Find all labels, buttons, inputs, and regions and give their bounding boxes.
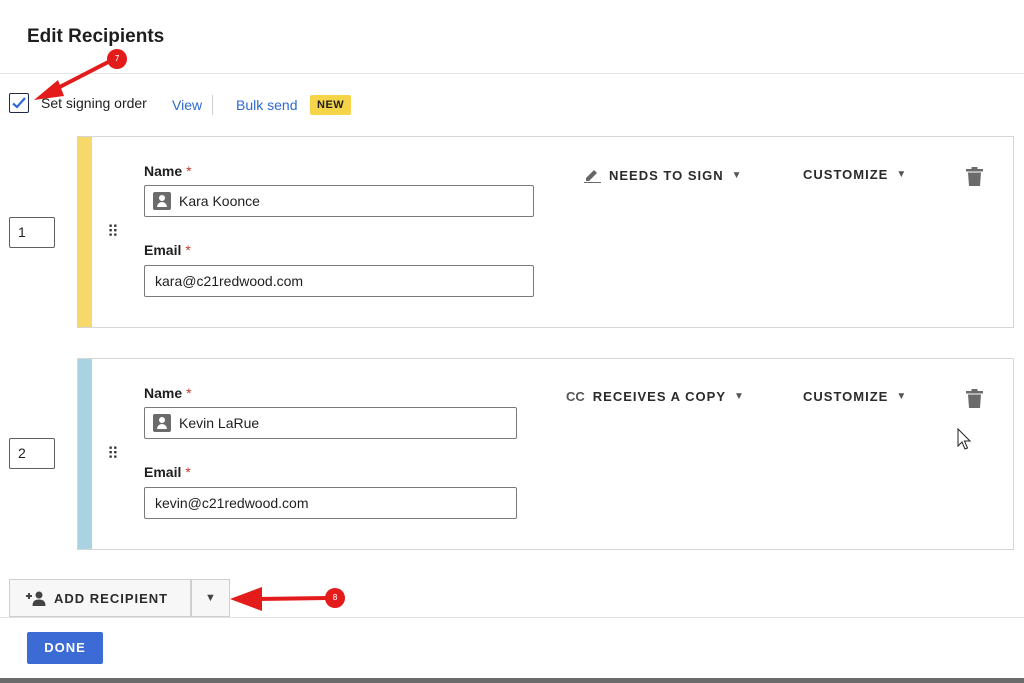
background-document-edge (0, 678, 1024, 683)
chevron-down-icon: ▼ (896, 169, 908, 180)
name-label: Name * (144, 163, 192, 179)
divider (212, 95, 213, 115)
customize-dropdown[interactable]: CUSTOMIZE ▼ (803, 167, 907, 182)
dialog-header: Edit Recipients (0, 0, 1024, 74)
chevron-down-icon: ▼ (731, 169, 743, 181)
email-field[interactable]: kevin@c21redwood.com (144, 487, 517, 519)
done-button[interactable]: DONE (27, 632, 103, 664)
recipient-color-stripe (78, 359, 92, 549)
checkmark-icon (12, 97, 26, 109)
chevron-down-icon: ▼ (734, 391, 745, 402)
add-person-icon (26, 590, 46, 606)
name-label: Name * (144, 385, 192, 401)
mouse-cursor-icon (957, 428, 972, 450)
drag-handle-icon[interactable]: ⠿ (107, 447, 119, 463)
recipient-card: ⠿ Name * Kara Koonce Email * kara@c21redwo… (77, 136, 1014, 328)
email-label: Email * (144, 242, 191, 258)
signing-order-label: Set signing order (41, 95, 147, 111)
trash-icon[interactable] (966, 389, 983, 408)
recipient-order-input[interactable]: 2 (9, 438, 55, 469)
signing-order-row: Set signing order View Bulk send NEW (0, 88, 1024, 120)
pen-icon (583, 167, 601, 184)
recipient-color-stripe (78, 137, 92, 327)
recipient-order-input[interactable]: 1 (9, 217, 55, 248)
contact-icon[interactable] (153, 414, 171, 432)
name-field[interactable]: Kara Koonce (144, 185, 534, 217)
trash-icon[interactable] (966, 167, 983, 186)
annotation-badge: 8 (325, 588, 345, 608)
footer-divider (0, 617, 1024, 618)
add-recipient-caret[interactable]: ▼ (191, 579, 230, 617)
signing-order-checkbox[interactable] (9, 93, 29, 113)
add-recipient-group: ADD RECIPIENT ▼ (9, 579, 230, 617)
action-dropdown[interactable]: NEEDS TO SIGN ▼ (583, 167, 743, 184)
email-label: Email * (144, 464, 191, 480)
bulk-send-link[interactable]: Bulk send (236, 97, 297, 113)
contact-icon[interactable] (153, 192, 171, 210)
annotation-arrow-icon (230, 587, 329, 611)
recipient-card: ⠿ Name * Kevin LaRue Email * kevin@c21redw… (77, 358, 1014, 550)
customize-dropdown[interactable]: CUSTOMIZE ▼ (803, 389, 907, 404)
dialog-title: Edit Recipients (27, 26, 165, 47)
action-dropdown[interactable]: CC RECEIVES A COPY ▼ (566, 389, 745, 404)
new-badge: NEW (310, 95, 352, 115)
chevron-down-icon: ▼ (896, 391, 908, 402)
name-field[interactable]: Kevin LaRue (144, 407, 517, 439)
add-recipient-button[interactable]: ADD RECIPIENT (9, 579, 191, 617)
email-field[interactable]: kara@c21redwood.com (144, 265, 534, 297)
cc-icon: CC (566, 389, 585, 404)
view-link[interactable]: View (172, 97, 202, 113)
drag-handle-icon[interactable]: ⠿ (107, 225, 119, 241)
